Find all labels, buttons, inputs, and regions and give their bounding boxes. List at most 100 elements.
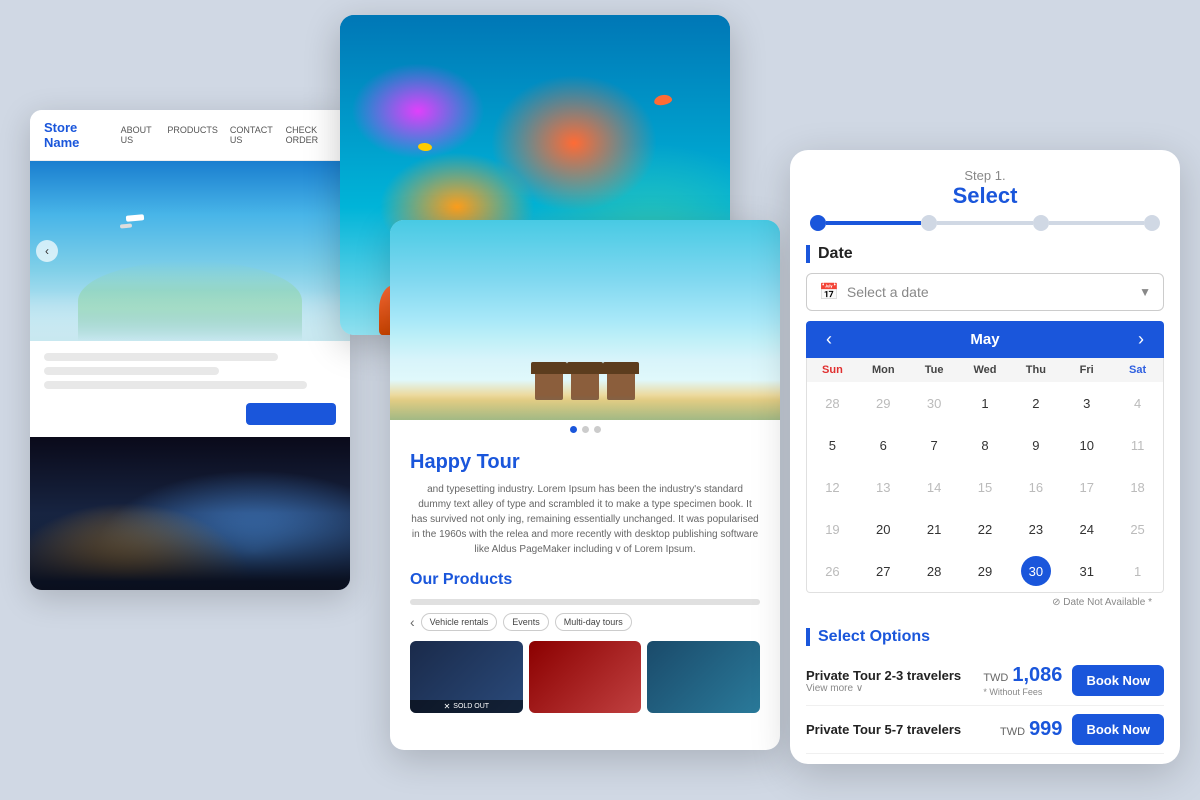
cal-cell[interactable]: 4	[1112, 382, 1163, 424]
step-line-2	[937, 221, 1032, 225]
cal-cell[interactable]: 8	[960, 424, 1011, 466]
cal-cell[interactable]: 21	[909, 508, 960, 550]
day-sun: Sun	[807, 358, 858, 382]
cal-cell[interactable]: 20	[858, 508, 909, 550]
cal-note: ⊘ Date Not Available *	[806, 593, 1164, 616]
date-section: Date 📅 Select a date ▼ ‹ May › Sun Mon T…	[790, 245, 1180, 616]
next-month-button[interactable]: ›	[1134, 329, 1148, 350]
cal-cell[interactable]: 1	[960, 382, 1011, 424]
tour-dot-1	[570, 426, 577, 433]
option-2-price: 999	[1029, 718, 1062, 741]
tour-body: Happy Tour and typesetting industry. Lor…	[390, 439, 780, 725]
step-dot-3	[1033, 215, 1049, 231]
step-label: Step 1.	[810, 168, 1160, 183]
tour-hero-image	[390, 220, 780, 420]
tour-dot-2	[582, 426, 589, 433]
date-placeholder: Select a date	[847, 284, 1131, 300]
cal-cell[interactable]: 14	[909, 466, 960, 508]
filter-prev-btn[interactable]: ‹	[410, 614, 415, 630]
option-row-1: Private Tour 2-3 travelers View more ∨ T…	[806, 656, 1164, 706]
calendar-days-header: Sun Mon Tue Wed Thu Fri Sat	[807, 358, 1163, 382]
filter-events[interactable]: Events	[503, 613, 549, 631]
option-row-2: Private Tour 5-7 travelers TWD 999 Book …	[806, 706, 1164, 754]
cal-cell[interactable]: 29	[960, 550, 1011, 592]
cal-cell[interactable]: 22	[960, 508, 1011, 550]
step-line-1	[826, 221, 921, 225]
option-2-price-block: TWD 999 Book Now	[1000, 714, 1164, 745]
date-select-dropdown[interactable]: 📅 Select a date ▼	[806, 273, 1164, 311]
option-1-label: Private Tour 2-3 travelers	[806, 668, 961, 683]
cal-cell[interactable]: 27	[858, 550, 909, 592]
cal-cell[interactable]: 10	[1061, 424, 1112, 466]
step-line-3	[1049, 221, 1144, 225]
day-tue: Tue	[909, 358, 960, 382]
option-1-price: 1,086	[1012, 664, 1062, 687]
cal-cell[interactable]: 24	[1061, 508, 1112, 550]
store-nav: Store Name ABOUT US PRODUCTS CONTACT US …	[30, 110, 350, 161]
nav-order[interactable]: CHECK ORDER	[286, 125, 336, 145]
tour-title: Happy Tour	[410, 451, 760, 474]
cal-cell-today[interactable]: 30	[1010, 550, 1061, 592]
cal-cell[interactable]: 16	[1010, 466, 1061, 508]
nav-products[interactable]: PRODUCTS	[167, 125, 218, 145]
cal-cell[interactable]: 12	[807, 466, 858, 508]
option-1-view-more[interactable]: View more ∨	[806, 683, 961, 694]
calendar-grid: Sun Mon Tue Wed Thu Fri Sat 28 29 30 1	[806, 358, 1164, 593]
option-1-info: Private Tour 2-3 travelers View more ∨	[806, 668, 961, 694]
prev-month-button[interactable]: ‹	[822, 329, 836, 350]
cal-cell[interactable]: 28	[807, 382, 858, 424]
nav-contact[interactable]: CONTACT US	[230, 125, 274, 145]
cal-cell[interactable]: 5	[807, 424, 858, 466]
calendar-header: ‹ May ›	[806, 321, 1164, 358]
select-options-title: Select Options	[806, 628, 1164, 646]
day-fri: Fri	[1061, 358, 1112, 382]
product-thumb-3[interactable]	[647, 641, 760, 713]
book-now-button-2[interactable]: Book Now	[1072, 714, 1164, 745]
day-wed: Wed	[960, 358, 1011, 382]
cal-cell[interactable]: 29	[858, 382, 909, 424]
filter-multiday[interactable]: Multi-day tours	[555, 613, 632, 631]
day-mon: Mon	[858, 358, 909, 382]
product-thumb-2[interactable]	[529, 641, 642, 713]
option-1-price-block: TWD 1,086 * Without Fees Book Now	[983, 664, 1164, 697]
cal-cell[interactable]: 9	[1010, 424, 1061, 466]
cal-cell[interactable]: 13	[858, 466, 909, 508]
products-title: Our Products	[410, 571, 760, 589]
filter-bar: ‹ Vehicle rentals Events Multi-day tours	[410, 613, 760, 631]
product-thumb-1[interactable]: ✕ SOLD OUT	[410, 641, 523, 713]
option-1-no-fees: * Without Fees	[983, 687, 1062, 697]
select-options-section: Select Options Private Tour 2-3 traveler…	[790, 616, 1180, 764]
day-thu: Thu	[1010, 358, 1061, 382]
date-section-title: Date	[806, 245, 1164, 263]
step-dot-2	[921, 215, 937, 231]
cal-cell[interactable]: 25	[1112, 508, 1163, 550]
cal-cell[interactable]: 11	[1112, 424, 1163, 466]
cal-cell[interactable]: 23	[1010, 508, 1061, 550]
step-progress	[790, 215, 1180, 245]
book-now-button-1[interactable]: Book Now	[1072, 665, 1164, 696]
cal-cell[interactable]: 2	[1010, 382, 1061, 424]
step-select-title: Select	[810, 183, 1160, 209]
cal-cell[interactable]: 17	[1061, 466, 1112, 508]
option-2-info: Private Tour 5-7 travelers	[806, 722, 961, 737]
nav-about[interactable]: ABOUT US	[121, 125, 156, 145]
tour-dots	[390, 420, 780, 439]
cal-cell[interactable]: 6	[858, 424, 909, 466]
option-1-currency: TWD	[983, 672, 1008, 684]
cal-cell[interactable]: 3	[1061, 382, 1112, 424]
prev-arrow[interactable]: ‹	[36, 240, 58, 262]
dropdown-arrow-icon: ▼	[1139, 285, 1151, 299]
cal-cell[interactable]: 28	[909, 550, 960, 592]
calendar-widget: ‹ May › Sun Mon Tue Wed Thu Fri Sat	[806, 321, 1164, 616]
store-card: Store Name ABOUT US PRODUCTS CONTACT US …	[30, 110, 350, 590]
cal-cell[interactable]: 15	[960, 466, 1011, 508]
cal-cell[interactable]: 7	[909, 424, 960, 466]
cal-cell[interactable]: 18	[1112, 466, 1163, 508]
cal-cell[interactable]: 1	[1112, 550, 1163, 592]
cal-cell[interactable]: 30	[909, 382, 960, 424]
cal-cell[interactable]: 19	[807, 508, 858, 550]
filter-vehicle[interactable]: Vehicle rentals	[421, 613, 498, 631]
cal-cell[interactable]: 31	[1061, 550, 1112, 592]
store-city-image	[30, 437, 350, 590]
cal-cell[interactable]: 26	[807, 550, 858, 592]
